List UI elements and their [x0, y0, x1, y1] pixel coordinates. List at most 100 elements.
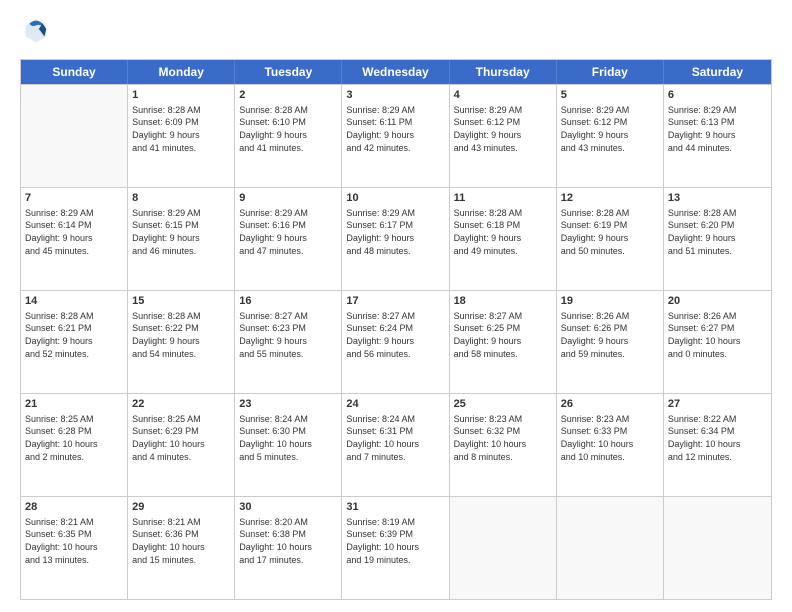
day-number: 4	[454, 88, 552, 103]
day-number: 19	[561, 294, 659, 309]
calendar-header: SundayMondayTuesdayWednesdayThursdayFrid…	[21, 60, 771, 84]
logo	[20, 16, 50, 49]
day-number: 9	[239, 191, 337, 206]
day-of-week-wednesday: Wednesday	[342, 60, 449, 84]
cal-cell-20: 20Sunrise: 8:26 AM Sunset: 6:27 PM Dayli…	[664, 291, 771, 393]
day-info: Sunrise: 8:28 AM Sunset: 6:22 PM Dayligh…	[132, 310, 230, 360]
cal-cell-27: 27Sunrise: 8:22 AM Sunset: 6:34 PM Dayli…	[664, 394, 771, 496]
logo-icon	[22, 16, 50, 44]
calendar: SundayMondayTuesdayWednesdayThursdayFrid…	[20, 59, 772, 600]
cal-cell-2: 2Sunrise: 8:28 AM Sunset: 6:10 PM Daylig…	[235, 85, 342, 187]
cal-cell-17: 17Sunrise: 8:27 AM Sunset: 6:24 PM Dayli…	[342, 291, 449, 393]
day-number: 20	[668, 294, 767, 309]
day-info: Sunrise: 8:29 AM Sunset: 6:12 PM Dayligh…	[454, 104, 552, 154]
day-number: 31	[346, 500, 444, 515]
day-number: 11	[454, 191, 552, 206]
day-number: 28	[25, 500, 123, 515]
day-info: Sunrise: 8:28 AM Sunset: 6:18 PM Dayligh…	[454, 207, 552, 257]
day-info: Sunrise: 8:29 AM Sunset: 6:17 PM Dayligh…	[346, 207, 444, 257]
day-of-week-sunday: Sunday	[21, 60, 128, 84]
cal-cell-19: 19Sunrise: 8:26 AM Sunset: 6:26 PM Dayli…	[557, 291, 664, 393]
day-info: Sunrise: 8:27 AM Sunset: 6:25 PM Dayligh…	[454, 310, 552, 360]
day-info: Sunrise: 8:22 AM Sunset: 6:34 PM Dayligh…	[668, 413, 767, 463]
day-number: 23	[239, 397, 337, 412]
day-info: Sunrise: 8:29 AM Sunset: 6:13 PM Dayligh…	[668, 104, 767, 154]
cal-cell-28: 28Sunrise: 8:21 AM Sunset: 6:35 PM Dayli…	[21, 497, 128, 599]
day-number: 29	[132, 500, 230, 515]
day-number: 21	[25, 397, 123, 412]
day-info: Sunrise: 8:19 AM Sunset: 6:39 PM Dayligh…	[346, 516, 444, 566]
day-number: 26	[561, 397, 659, 412]
cal-cell-16: 16Sunrise: 8:27 AM Sunset: 6:23 PM Dayli…	[235, 291, 342, 393]
day-number: 12	[561, 191, 659, 206]
cal-cell-11: 11Sunrise: 8:28 AM Sunset: 6:18 PM Dayli…	[450, 188, 557, 290]
day-number: 3	[346, 88, 444, 103]
week-row-4: 21Sunrise: 8:25 AM Sunset: 6:28 PM Dayli…	[21, 393, 771, 496]
cal-cell-18: 18Sunrise: 8:27 AM Sunset: 6:25 PM Dayli…	[450, 291, 557, 393]
cal-cell-15: 15Sunrise: 8:28 AM Sunset: 6:22 PM Dayli…	[128, 291, 235, 393]
day-info: Sunrise: 8:23 AM Sunset: 6:33 PM Dayligh…	[561, 413, 659, 463]
day-number: 16	[239, 294, 337, 309]
day-info: Sunrise: 8:29 AM Sunset: 6:14 PM Dayligh…	[25, 207, 123, 257]
cal-cell-4: 4Sunrise: 8:29 AM Sunset: 6:12 PM Daylig…	[450, 85, 557, 187]
cal-cell-26: 26Sunrise: 8:23 AM Sunset: 6:33 PM Dayli…	[557, 394, 664, 496]
day-of-week-friday: Friday	[557, 60, 664, 84]
cal-cell-31: 31Sunrise: 8:19 AM Sunset: 6:39 PM Dayli…	[342, 497, 449, 599]
day-info: Sunrise: 8:28 AM Sunset: 6:10 PM Dayligh…	[239, 104, 337, 154]
day-info: Sunrise: 8:28 AM Sunset: 6:21 PM Dayligh…	[25, 310, 123, 360]
day-info: Sunrise: 8:24 AM Sunset: 6:30 PM Dayligh…	[239, 413, 337, 463]
day-number: 8	[132, 191, 230, 206]
day-info: Sunrise: 8:27 AM Sunset: 6:23 PM Dayligh…	[239, 310, 337, 360]
cal-cell-10: 10Sunrise: 8:29 AM Sunset: 6:17 PM Dayli…	[342, 188, 449, 290]
cal-cell-22: 22Sunrise: 8:25 AM Sunset: 6:29 PM Dayli…	[128, 394, 235, 496]
day-of-week-thursday: Thursday	[450, 60, 557, 84]
day-number: 22	[132, 397, 230, 412]
day-info: Sunrise: 8:25 AM Sunset: 6:29 PM Dayligh…	[132, 413, 230, 463]
cal-cell-23: 23Sunrise: 8:24 AM Sunset: 6:30 PM Dayli…	[235, 394, 342, 496]
day-number: 2	[239, 88, 337, 103]
cal-cell-empty-4-4	[450, 497, 557, 599]
week-row-5: 28Sunrise: 8:21 AM Sunset: 6:35 PM Dayli…	[21, 496, 771, 599]
cal-cell-24: 24Sunrise: 8:24 AM Sunset: 6:31 PM Dayli…	[342, 394, 449, 496]
day-info: Sunrise: 8:28 AM Sunset: 6:19 PM Dayligh…	[561, 207, 659, 257]
week-row-3: 14Sunrise: 8:28 AM Sunset: 6:21 PM Dayli…	[21, 290, 771, 393]
day-number: 30	[239, 500, 337, 515]
day-number: 6	[668, 88, 767, 103]
day-number: 5	[561, 88, 659, 103]
day-number: 1	[132, 88, 230, 103]
cal-cell-6: 6Sunrise: 8:29 AM Sunset: 6:13 PM Daylig…	[664, 85, 771, 187]
day-number: 27	[668, 397, 767, 412]
day-info: Sunrise: 8:28 AM Sunset: 6:20 PM Dayligh…	[668, 207, 767, 257]
cal-cell-14: 14Sunrise: 8:28 AM Sunset: 6:21 PM Dayli…	[21, 291, 128, 393]
cal-cell-7: 7Sunrise: 8:29 AM Sunset: 6:14 PM Daylig…	[21, 188, 128, 290]
week-row-2: 7Sunrise: 8:29 AM Sunset: 6:14 PM Daylig…	[21, 187, 771, 290]
day-info: Sunrise: 8:25 AM Sunset: 6:28 PM Dayligh…	[25, 413, 123, 463]
cal-cell-12: 12Sunrise: 8:28 AM Sunset: 6:19 PM Dayli…	[557, 188, 664, 290]
cal-cell-empty-0-0	[21, 85, 128, 187]
day-number: 7	[25, 191, 123, 206]
day-info: Sunrise: 8:23 AM Sunset: 6:32 PM Dayligh…	[454, 413, 552, 463]
day-of-week-monday: Monday	[128, 60, 235, 84]
day-info: Sunrise: 8:20 AM Sunset: 6:38 PM Dayligh…	[239, 516, 337, 566]
day-info: Sunrise: 8:26 AM Sunset: 6:27 PM Dayligh…	[668, 310, 767, 360]
day-info: Sunrise: 8:29 AM Sunset: 6:12 PM Dayligh…	[561, 104, 659, 154]
cal-cell-3: 3Sunrise: 8:29 AM Sunset: 6:11 PM Daylig…	[342, 85, 449, 187]
day-info: Sunrise: 8:27 AM Sunset: 6:24 PM Dayligh…	[346, 310, 444, 360]
day-info: Sunrise: 8:21 AM Sunset: 6:35 PM Dayligh…	[25, 516, 123, 566]
day-number: 13	[668, 191, 767, 206]
day-info: Sunrise: 8:21 AM Sunset: 6:36 PM Dayligh…	[132, 516, 230, 566]
day-info: Sunrise: 8:24 AM Sunset: 6:31 PM Dayligh…	[346, 413, 444, 463]
cal-cell-29: 29Sunrise: 8:21 AM Sunset: 6:36 PM Dayli…	[128, 497, 235, 599]
page: SundayMondayTuesdayWednesdayThursdayFrid…	[0, 0, 792, 612]
day-info: Sunrise: 8:29 AM Sunset: 6:15 PM Dayligh…	[132, 207, 230, 257]
cal-cell-empty-4-5	[557, 497, 664, 599]
day-of-week-saturday: Saturday	[664, 60, 771, 84]
day-number: 25	[454, 397, 552, 412]
cal-cell-5: 5Sunrise: 8:29 AM Sunset: 6:12 PM Daylig…	[557, 85, 664, 187]
day-info: Sunrise: 8:29 AM Sunset: 6:11 PM Dayligh…	[346, 104, 444, 154]
cal-cell-13: 13Sunrise: 8:28 AM Sunset: 6:20 PM Dayli…	[664, 188, 771, 290]
day-info: Sunrise: 8:28 AM Sunset: 6:09 PM Dayligh…	[132, 104, 230, 154]
cal-cell-9: 9Sunrise: 8:29 AM Sunset: 6:16 PM Daylig…	[235, 188, 342, 290]
cal-cell-25: 25Sunrise: 8:23 AM Sunset: 6:32 PM Dayli…	[450, 394, 557, 496]
day-number: 10	[346, 191, 444, 206]
